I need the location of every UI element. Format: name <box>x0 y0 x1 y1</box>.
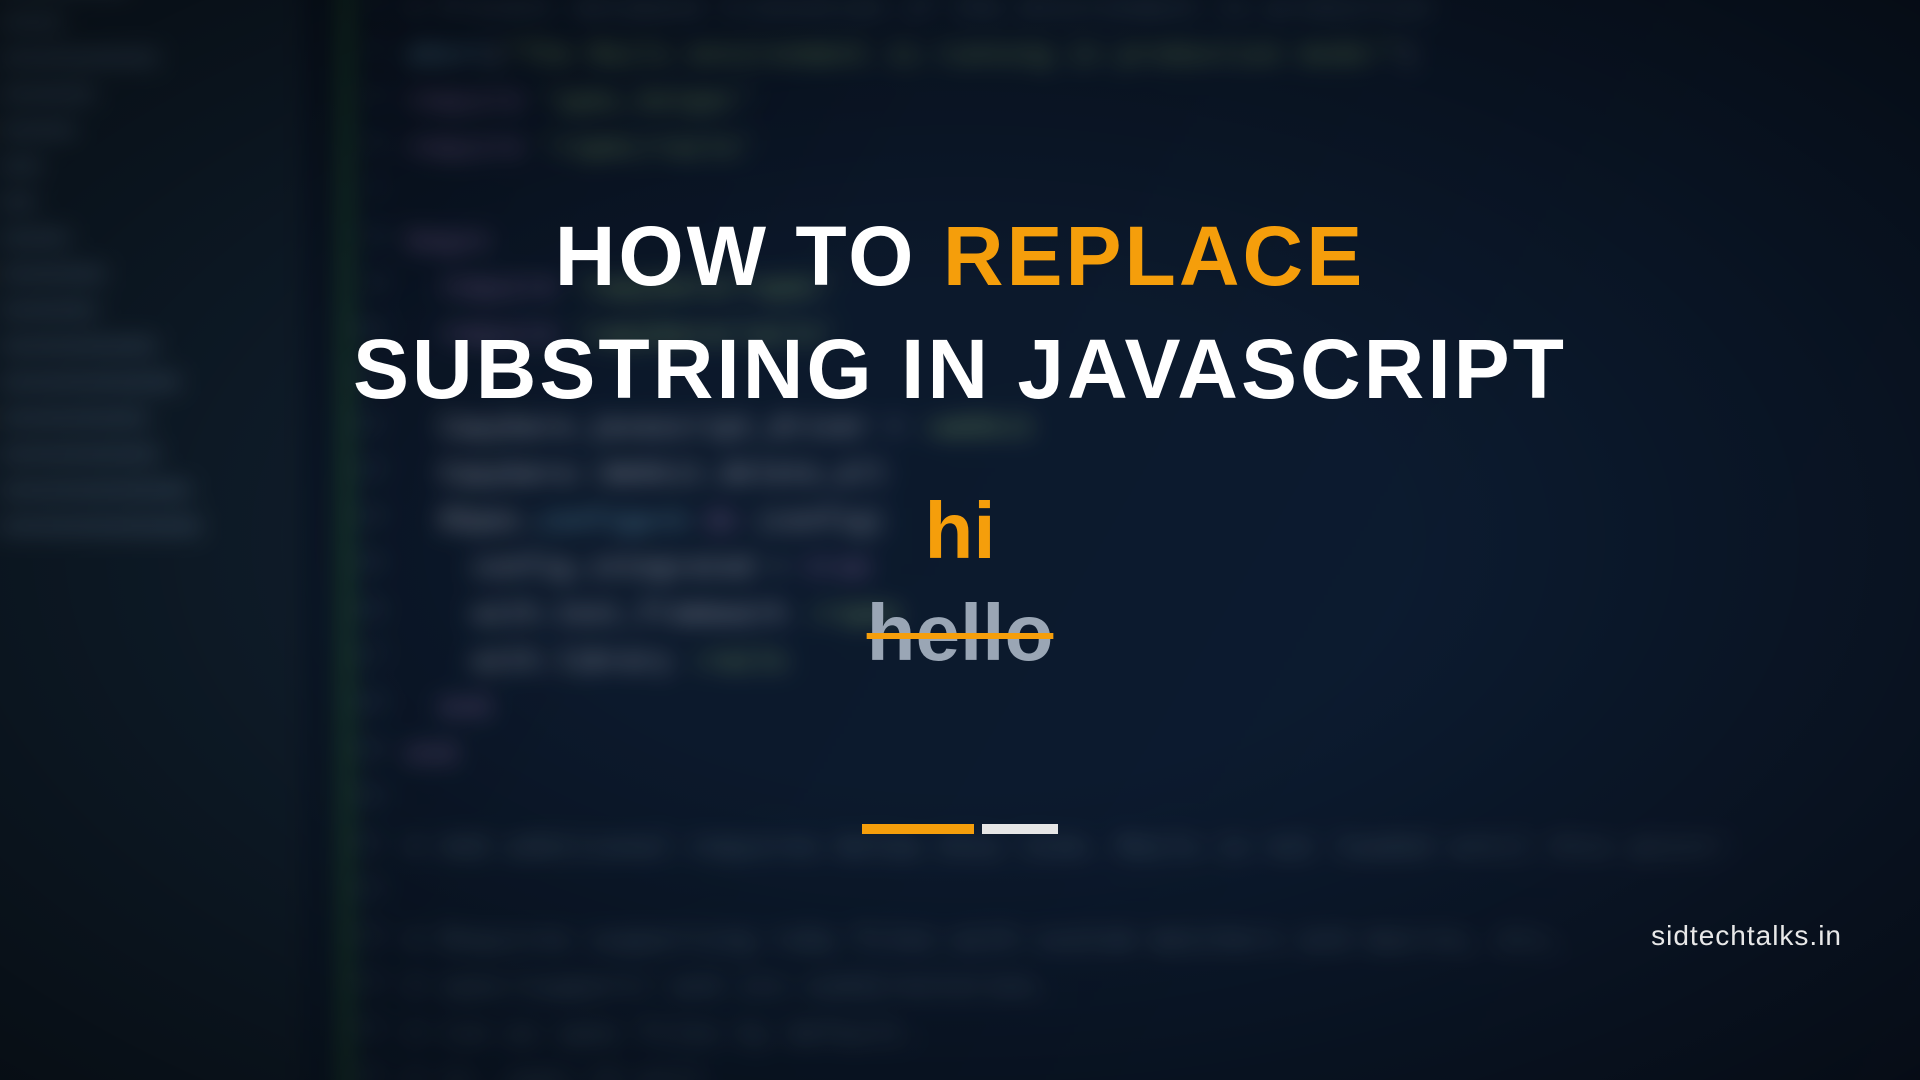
original-word: hello <box>0 582 1920 684</box>
title-accent: REPLACE <box>943 209 1365 303</box>
example-block: hi hello <box>0 480 1920 685</box>
divider-segment-orange <box>862 824 974 834</box>
title-line-2: SUBSTRING IN JAVASCRIPT <box>0 313 1920 426</box>
replacement-word: hi <box>0 480 1920 582</box>
site-credit: sidtechtalks.in <box>1651 920 1842 952</box>
title-part-1: HOW TO <box>555 209 943 303</box>
divider <box>862 824 1058 834</box>
title: HOW TO REPLACE SUBSTRING IN JAVASCRIPT <box>0 200 1920 427</box>
divider-segment-white <box>982 824 1058 834</box>
